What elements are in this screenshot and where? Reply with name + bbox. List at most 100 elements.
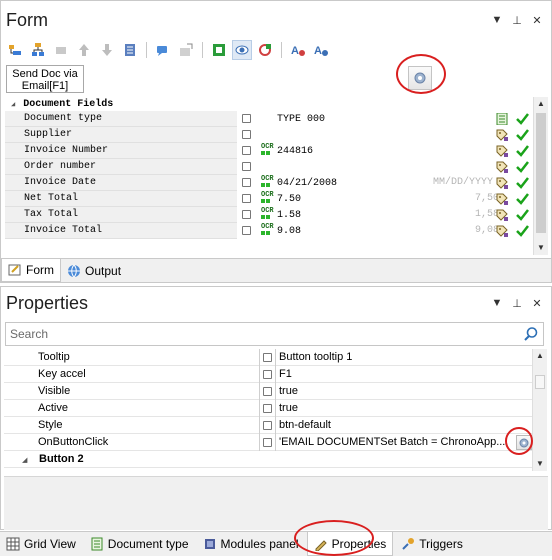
tab-form[interactable]: Form (1, 259, 61, 282)
property-row[interactable]: Tooltip Button tooltip 1 (4, 349, 532, 366)
tag-icon[interactable] (496, 225, 508, 237)
field-value: 04/21/2008 (277, 177, 338, 189)
field-mask: MM/DD/YYYY (433, 177, 494, 188)
scroll-thumb[interactable] (536, 113, 546, 233)
edit-property-icon[interactable] (263, 387, 272, 396)
table-row[interactable]: Invoice Total OCR 9.08 9,08 (5, 223, 533, 239)
property-value[interactable]: 'EMAIL DOCUMENTSet Batch = ChronoApp.... (279, 434, 511, 451)
settings-gear-button[interactable] (516, 435, 532, 450)
column-divider (275, 383, 276, 400)
edit-property-icon[interactable] (263, 404, 272, 413)
tab-document-type[interactable]: Document type (84, 532, 195, 556)
send-doc-email-button[interactable]: Send Doc via Email[F1] (6, 65, 84, 93)
properties-panel-title: Properties (6, 293, 89, 313)
scroll-thumb[interactable] (535, 375, 545, 389)
property-row[interactable]: Key accel F1 (4, 366, 532, 383)
field-value-cell[interactable] (261, 127, 277, 143)
tag-icon[interactable] (496, 177, 508, 189)
field-value-cell[interactable] (261, 159, 277, 175)
field-value-cell[interactable]: OCR 9.08 (261, 223, 301, 239)
close-icon[interactable]: ✕ (531, 14, 543, 27)
edit-field-icon[interactable] (242, 226, 251, 235)
field-value-cell[interactable]: OCR 7.50 (261, 191, 301, 207)
table-row[interactable]: Order number (5, 159, 533, 175)
ocr-icon: OCR (261, 176, 274, 190)
field-value-cell[interactable]: OCR 04/21/2008 (261, 175, 337, 191)
grid-section-header[interactable]: ◢ Document Fields (5, 97, 533, 111)
table-row[interactable]: Tax Total OCR 1.58 1,58 (5, 207, 533, 223)
dropdown-icon[interactable]: ▼ (491, 297, 503, 310)
edit-property-icon[interactable] (263, 438, 272, 447)
collapse-triangle-icon[interactable]: ◢ (11, 100, 15, 109)
move-up-icon[interactable] (74, 40, 94, 60)
document-fields-grid: ◢ Document Fields Document type TYPE 000 S… (5, 97, 533, 257)
property-value[interactable]: btn-default (279, 417, 511, 434)
tab-output[interactable]: Output (61, 259, 127, 282)
table-row[interactable]: Net Total OCR 7.50 7,50 (5, 191, 533, 207)
search-input[interactable] (10, 326, 510, 342)
comment-icon[interactable] (153, 40, 173, 60)
field-name: Invoice Number (5, 143, 237, 159)
property-value[interactable]: true (279, 383, 511, 400)
validate-icon[interactable]: A (288, 40, 308, 60)
table-row[interactable]: Document type TYPE 000 (5, 111, 533, 127)
field-value-cell[interactable]: OCR 1.58 (261, 207, 301, 223)
edit-field-icon[interactable] (242, 130, 251, 139)
remove-field-icon[interactable] (51, 40, 71, 60)
edit-field-icon[interactable] (242, 162, 251, 171)
document-list-icon[interactable] (496, 113, 508, 125)
tag-icon[interactable] (496, 193, 508, 205)
properties-vertical-scrollbar[interactable]: ▲ ▼ (532, 349, 547, 471)
edit-property-icon[interactable] (263, 370, 272, 379)
table-row[interactable]: Invoice Date OCR 04/21/2008 MM/DD/YYYY (5, 175, 533, 191)
search-icon[interactable] (523, 326, 539, 342)
tag-icon[interactable] (496, 145, 508, 157)
table-row[interactable]: Supplier (5, 127, 533, 143)
dropdown-icon[interactable]: ▼ (491, 14, 503, 27)
scroll-up-icon[interactable]: ▲ (534, 97, 548, 111)
scroll-up-icon[interactable]: ▲ (533, 349, 547, 363)
field-value-cell[interactable]: OCR 244816 (261, 143, 313, 159)
tag-icon[interactable] (496, 129, 508, 141)
edit-property-icon[interactable] (263, 421, 272, 430)
property-row[interactable]: Active true (4, 400, 532, 417)
property-value[interactable]: true (279, 400, 511, 417)
edit-field-icon[interactable] (242, 210, 251, 219)
property-row[interactable]: OnButtonClick 'EMAIL DOCUMENTSet Batch = … (4, 434, 532, 451)
pin-icon[interactable]: ⊥ (511, 14, 523, 27)
edit-field-icon[interactable] (242, 178, 251, 187)
add-child-field-icon[interactable] (28, 40, 48, 60)
move-down-icon[interactable] (97, 40, 117, 60)
add-field-icon[interactable] (5, 40, 25, 60)
scroll-down-icon[interactable]: ▼ (533, 457, 547, 471)
settings-gear-button[interactable] (408, 66, 432, 90)
tab-properties[interactable]: Properties (306, 532, 394, 556)
pin-icon[interactable]: ⊥ (511, 297, 523, 310)
tag-icon[interactable] (496, 209, 508, 221)
validate-all-icon[interactable]: A (311, 40, 331, 60)
refresh-icon[interactable] (255, 40, 275, 60)
edit-field-icon[interactable] (242, 194, 251, 203)
property-value[interactable]: F1 (279, 366, 511, 383)
tag-icon[interactable] (496, 161, 508, 173)
form-vertical-scrollbar[interactable]: ▲ ▼ (533, 97, 548, 255)
edit-field-icon[interactable] (242, 146, 251, 155)
scroll-down-icon[interactable]: ▼ (534, 241, 548, 255)
export-icon[interactable] (176, 40, 196, 60)
property-value[interactable]: Button tooltip 1 (279, 349, 511, 366)
close-icon[interactable]: ✕ (531, 297, 543, 310)
tab-modules-panel[interactable]: Modules panel (197, 532, 305, 556)
field-value-cell[interactable]: TYPE 000 (261, 111, 325, 127)
ocr-zone-icon[interactable] (209, 40, 229, 60)
table-row[interactable]: Invoice Number OCR 244816 (5, 143, 533, 159)
tab-triggers[interactable]: Triggers (395, 532, 469, 556)
preview-eye-icon[interactable] (232, 40, 252, 60)
edit-property-icon[interactable] (263, 353, 272, 362)
property-group-row[interactable]: ◢ Button 2 (4, 451, 532, 468)
field-properties-icon[interactable] (120, 40, 140, 60)
property-row[interactable]: Style btn-default (4, 417, 532, 434)
edit-field-icon[interactable] (242, 114, 251, 123)
tab-grid-view[interactable]: Grid View (0, 532, 82, 556)
svg-text:A: A (291, 45, 299, 57)
property-row[interactable]: Visible true (4, 383, 532, 400)
